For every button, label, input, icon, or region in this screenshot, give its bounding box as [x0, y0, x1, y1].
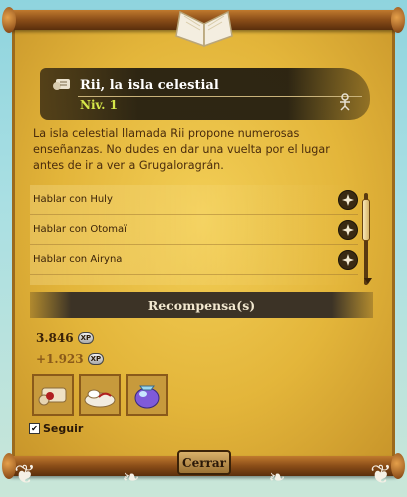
objective-label: Hablar con Huly	[33, 194, 113, 205]
person-icon[interactable]	[337, 93, 353, 111]
scroll-icon	[38, 387, 67, 406]
xp-icon: XP	[77, 332, 95, 344]
bed-icon	[84, 389, 116, 408]
quest-header	[40, 68, 370, 120]
rod-cap-left	[2, 7, 16, 33]
follow-label: Seguir	[43, 422, 84, 435]
ornament-curl-icon: ❧	[268, 465, 286, 489]
reward-item-bed[interactable]	[79, 374, 121, 416]
close-button[interactable]: Cerrar	[177, 450, 231, 475]
ornament-curl-icon: ❦	[370, 460, 392, 490]
objective-item[interactable]: Hablar con Otomaï	[30, 215, 358, 245]
header-divider	[78, 96, 362, 97]
quest-window: Rii, la isla celestial Niv. 1 La isla ce…	[0, 0, 407, 497]
objective-list: Hablar con Huly Hablar con Otomaï Hablar…	[30, 185, 358, 285]
scroll-down-icon[interactable]	[364, 278, 372, 284]
book-emblem-icon	[175, 10, 233, 48]
quest-level: Niv. 1	[80, 98, 118, 112]
reward-item-gem-bag[interactable]	[126, 374, 168, 416]
xp-icon: XP	[87, 353, 105, 365]
scrollbar-thumb[interactable]	[362, 199, 370, 241]
reward-items	[32, 374, 168, 416]
ornament-curl-icon: ❧	[122, 465, 140, 489]
quest-description: La isla celestial llamada Rii propone nu…	[33, 127, 330, 172]
objective-scrollbar[interactable]	[361, 193, 371, 285]
objective-item[interactable]: Hablar con Airyna	[30, 245, 358, 275]
follow-checkbox[interactable]: ✔	[29, 423, 40, 434]
bonus-xp-value: +1.923	[36, 352, 84, 366]
xp-value: 3.846	[36, 331, 74, 345]
locate-compass-icon[interactable]	[338, 220, 358, 240]
bonus-xp-reward: +1.923 XP	[36, 352, 105, 366]
quest-scroll-icon	[52, 76, 74, 94]
rod-cap-right	[391, 7, 405, 33]
objective-item[interactable]: Hablar con Huly	[30, 185, 358, 215]
rewards-header: Recompensa(s)	[30, 292, 373, 318]
follow-toggle[interactable]: ✔ Seguir	[29, 422, 83, 435]
reward-item-scroll[interactable]	[32, 374, 74, 416]
objective-label: Hablar con Airyna	[33, 254, 123, 265]
ornament-curl-icon: ❦	[14, 460, 36, 490]
rewards-title: Recompensa(s)	[147, 297, 256, 313]
xp-reward: 3.846 XP	[36, 331, 95, 345]
locate-compass-icon[interactable]	[338, 190, 358, 210]
gem-bag-icon	[134, 385, 160, 409]
quest-title: Rii, la isla celestial	[80, 78, 219, 93]
objective-item[interactable]	[30, 275, 358, 285]
locate-compass-icon[interactable]	[338, 250, 358, 270]
objective-label: Hablar con Otomaï	[33, 224, 127, 235]
